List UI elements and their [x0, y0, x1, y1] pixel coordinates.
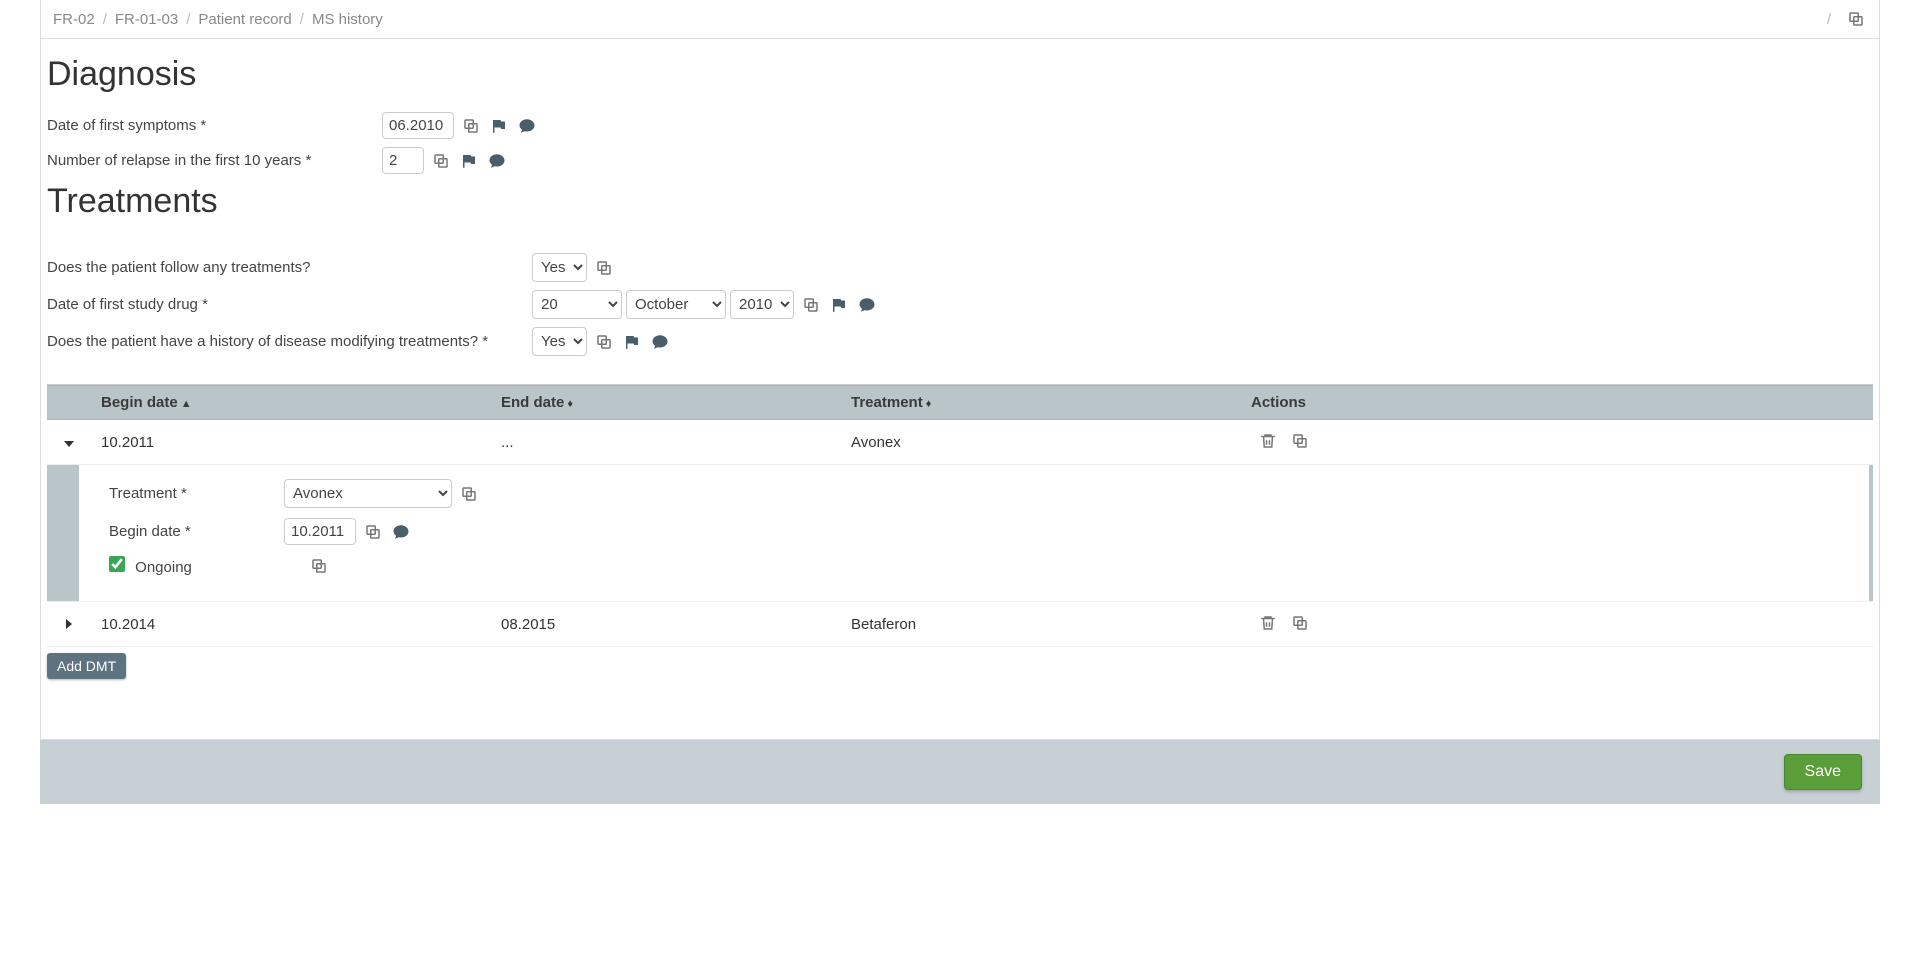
save-button[interactable]: Save: [1784, 754, 1862, 790]
col-header-treatment[interactable]: Treatment♦: [841, 386, 1241, 419]
col-header-actions: Actions: [1241, 386, 1873, 419]
flag-icon[interactable]: [488, 115, 510, 137]
copy-icon[interactable]: [308, 555, 330, 577]
first-study-drug-day-select[interactable]: 20: [532, 290, 622, 319]
first-study-drug-month-select[interactable]: October: [626, 290, 726, 319]
detail-gutter: [47, 465, 79, 601]
col-header-begin[interactable]: Begin date▲: [91, 386, 491, 419]
ongoing-checkbox[interactable]: [109, 556, 125, 572]
detail-treatment-label: Treatment *: [109, 485, 284, 502]
cell-treatment: Avonex: [841, 430, 1241, 455]
breadcrumb-separator: /: [1827, 11, 1831, 28]
breadcrumb-item-2[interactable]: Patient record: [198, 11, 291, 28]
copy-icon[interactable]: [593, 257, 615, 279]
table-header: Begin date▲ End date♦ Treatment♦ Actions: [47, 385, 1873, 420]
section-title-treatments: Treatments: [47, 182, 1873, 221]
num-relapse-input[interactable]: [382, 147, 424, 174]
date-first-symptoms-input[interactable]: [382, 112, 454, 139]
copy-icon[interactable]: [362, 521, 384, 543]
copy-icon[interactable]: [460, 115, 482, 137]
breadcrumb: FR-02 / FR-01-03 / Patient record / MS h…: [41, 0, 1879, 39]
breadcrumb-item-0[interactable]: FR-02: [53, 11, 95, 28]
sort-icon: ♦: [567, 398, 573, 410]
cell-treatment: Betaferon: [841, 612, 1241, 637]
comment-icon[interactable]: [856, 294, 878, 316]
breadcrumb-item-3[interactable]: MS history: [312, 11, 383, 28]
delete-icon[interactable]: [1257, 430, 1279, 452]
breadcrumb-separator: /: [300, 11, 304, 28]
dmt-table: Begin date▲ End date♦ Treatment♦ Actions…: [47, 384, 1873, 647]
cell-end: ...: [491, 430, 841, 455]
cell-begin: 10.2014: [91, 612, 491, 637]
breadcrumb-item-1[interactable]: FR-01-03: [115, 11, 178, 28]
detail-begin-input[interactable]: [284, 518, 356, 545]
copy-icon[interactable]: [1289, 430, 1311, 452]
comment-icon[interactable]: [649, 331, 671, 353]
flag-icon[interactable]: [621, 331, 643, 353]
copy-icon[interactable]: [430, 150, 452, 172]
follow-any-select[interactable]: Yes: [532, 253, 587, 282]
col-header-end[interactable]: End date♦: [491, 386, 841, 419]
flag-icon[interactable]: [458, 150, 480, 172]
table-row: 10.2011 ... Avonex: [47, 420, 1873, 465]
sort-asc-icon: ▲: [181, 398, 192, 410]
breadcrumb-separator: /: [186, 11, 190, 28]
first-study-drug-year-select[interactable]: 2010: [730, 290, 794, 319]
copy-icon[interactable]: [1289, 612, 1311, 634]
section-title-diagnosis: Diagnosis: [47, 55, 1873, 94]
expand-toggle-icon[interactable]: [64, 441, 74, 447]
history-dmt-select[interactable]: Yes: [532, 327, 587, 356]
comment-icon[interactable]: [486, 150, 508, 172]
delete-icon[interactable]: [1257, 612, 1279, 634]
add-dmt-button[interactable]: Add DMT: [47, 653, 126, 679]
history-dmt-label: Does the patient have a history of disea…: [47, 333, 532, 350]
comment-icon[interactable]: [390, 521, 412, 543]
table-row: 10.2014 08.2015 Betaferon: [47, 602, 1873, 647]
date-first-symptoms-label: Date of first symptoms *: [47, 117, 382, 134]
flag-icon[interactable]: [828, 294, 850, 316]
row-detail: Treatment * Avonex Begin date *: [47, 465, 1873, 602]
sort-icon: ♦: [926, 398, 932, 410]
expand-toggle-icon[interactable]: [66, 619, 72, 629]
first-study-drug-label: Date of first study drug *: [47, 296, 532, 313]
copy-icon[interactable]: [1845, 8, 1867, 30]
copy-icon[interactable]: [800, 294, 822, 316]
ongoing-label: Ongoing: [135, 559, 192, 576]
copy-icon[interactable]: [593, 331, 615, 353]
copy-icon[interactable]: [458, 483, 480, 505]
cell-begin: 10.2011: [91, 430, 491, 455]
breadcrumb-separator: /: [103, 11, 107, 28]
comment-icon[interactable]: [516, 115, 538, 137]
num-relapse-label: Number of relapse in the first 10 years …: [47, 152, 382, 169]
follow-any-label: Does the patient follow any treatments?: [47, 259, 532, 276]
detail-treatment-select[interactable]: Avonex: [284, 479, 452, 508]
footer-bar: Save: [40, 740, 1880, 804]
cell-end: 08.2015: [491, 612, 841, 637]
detail-begin-label: Begin date *: [109, 523, 284, 540]
